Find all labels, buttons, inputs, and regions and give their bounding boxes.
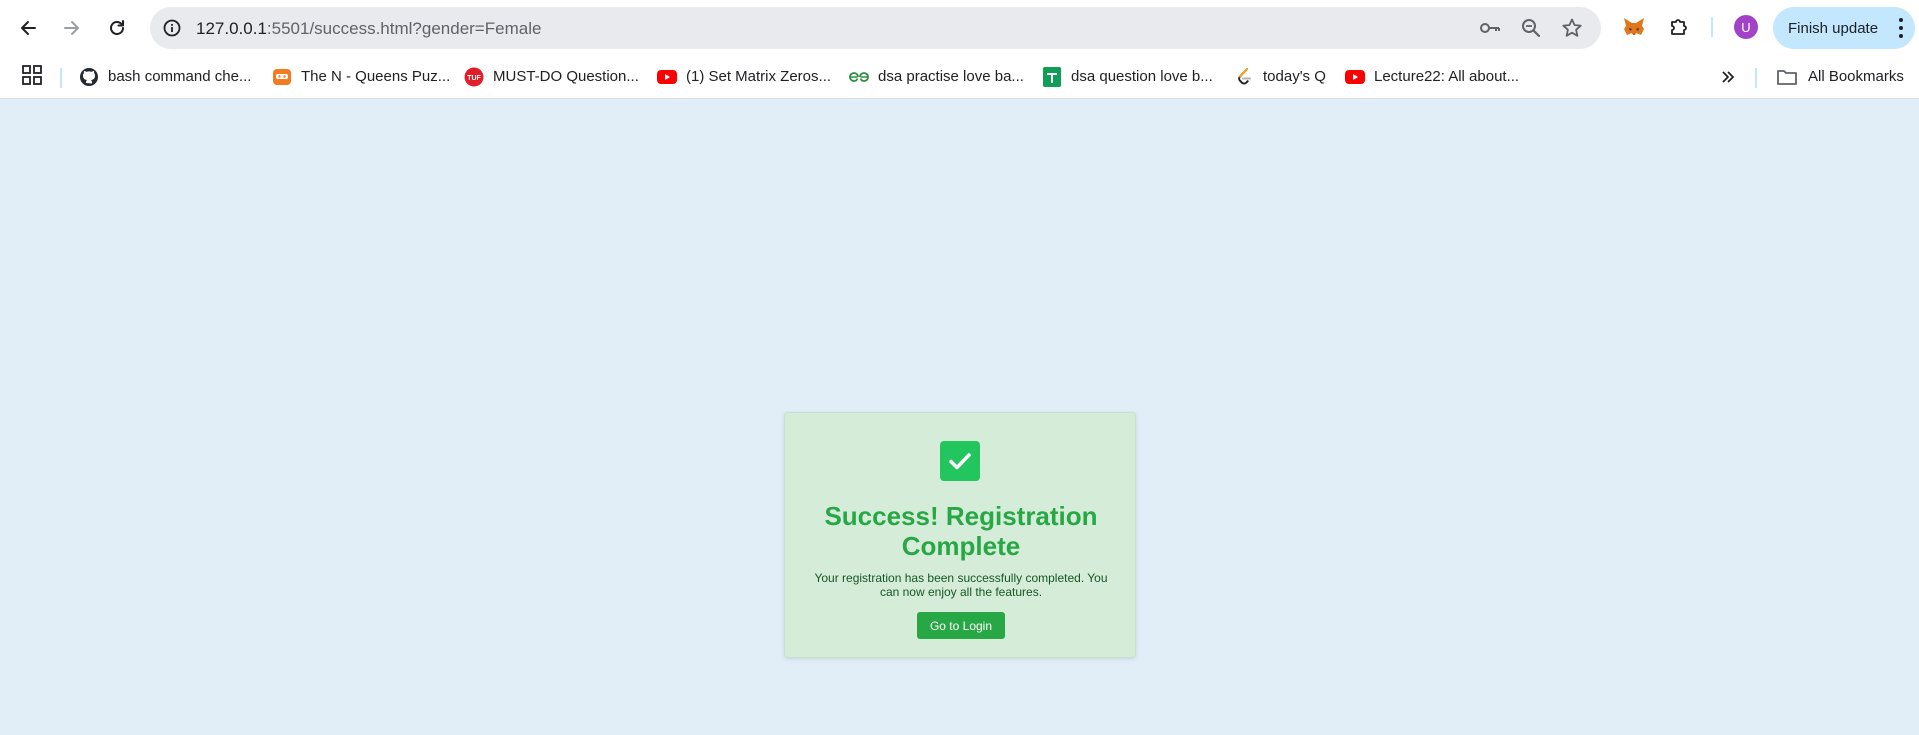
back-button[interactable]: [12, 12, 44, 44]
forward-button[interactable]: [56, 12, 88, 44]
kebab-menu-icon[interactable]: [1899, 18, 1903, 38]
bookmark-item[interactable]: dsa practise love ba...: [849, 55, 1024, 98]
bookmarks-divider: [60, 68, 62, 88]
bookmark-label: dsa practise love ba...: [878, 68, 1024, 85]
reload-button[interactable]: [101, 12, 133, 44]
bookmark-item[interactable]: (1) Set Matrix Zeros...: [657, 55, 831, 98]
site-info-icon[interactable]: [160, 16, 184, 40]
leetcode-icon: [1234, 67, 1254, 87]
bookmark-item[interactable]: bash command che...: [79, 55, 251, 98]
url-text[interactable]: 127.0.0.1:5501/success.html?gender=Femal…: [196, 19, 541, 39]
all-bookmarks-label: All Bookmarks: [1808, 68, 1904, 85]
success-message: Your registration has been successfully …: [814, 571, 1108, 599]
svg-text:TUF: TUF: [467, 75, 481, 82]
bookmark-item[interactable]: The N - Queens Puz...: [272, 55, 450, 98]
url-path: :5501/success.html?gender=Female: [266, 19, 542, 38]
toolbar-divider: [1711, 17, 1713, 37]
bookmark-label: Lecture22: All about...: [1374, 68, 1520, 85]
finish-update-label: Finish update: [1788, 19, 1879, 37]
bookmark-label: MUST-DO Question...: [493, 68, 639, 85]
metamask-fox-icon[interactable]: [1620, 13, 1648, 41]
bookmark-item[interactable]: TUF MUST-DO Question...: [464, 55, 639, 98]
youtube-icon: [657, 67, 677, 87]
bookmarks-bar: bash command che... The N - Queens Puz..…: [0, 55, 1919, 99]
success-title: Success! Registration Complete: [824, 501, 1098, 561]
bookmark-item[interactable]: dsa question love b...: [1042, 55, 1213, 98]
arrow-right-icon: [64, 21, 79, 35]
page-content: Success! Registration Complete Your regi…: [0, 100, 1919, 735]
url-host: 127.0.0.1: [196, 19, 267, 38]
bookmark-label: The N - Queens Puz...: [301, 68, 451, 85]
reload-icon: [110, 20, 124, 35]
tuf-icon: TUF: [464, 67, 484, 87]
checkmark-icon: [940, 441, 980, 481]
all-bookmarks-button[interactable]: All Bookmarks: [1776, 55, 1904, 98]
google-sheets-icon: [1042, 66, 1062, 87]
codingninjas-icon: [272, 67, 292, 87]
bookmark-label: bash command che...: [108, 68, 252, 85]
bookmark-label: (1) Set Matrix Zeros...: [686, 68, 832, 85]
success-card: Success! Registration Complete Your regi…: [784, 412, 1136, 658]
zoom-icon[interactable]: [1519, 16, 1543, 40]
folder-icon: [1776, 67, 1798, 87]
bookmark-item[interactable]: Lecture22: All about...: [1345, 55, 1519, 98]
bookmark-item[interactable]: today's Q: [1234, 55, 1326, 98]
profile-avatar[interactable]: U: [1734, 15, 1758, 39]
github-icon: [79, 67, 99, 87]
chevron-double-right-icon[interactable]: [1716, 65, 1740, 89]
bookmarks-divider: [1755, 68, 1757, 88]
arrow-left-icon: [21, 21, 36, 35]
youtube-icon: [1345, 67, 1365, 87]
key-icon[interactable]: [1478, 16, 1502, 40]
go-to-login-button[interactable]: Go to Login: [917, 612, 1005, 639]
apps-grid-icon[interactable]: [21, 64, 45, 88]
finish-update-button[interactable]: Finish update: [1773, 7, 1915, 49]
bookmark-label: dsa question love b...: [1071, 68, 1213, 85]
extensions-puzzle-icon[interactable]: [1665, 13, 1693, 41]
bookmark-star-icon[interactable]: [1560, 16, 1584, 40]
browser-toolbar: 127.0.0.1:5501/success.html?gender=Femal…: [0, 0, 1919, 55]
bookmark-label: today's Q: [1263, 68, 1326, 85]
geeksforgeeks-icon: [849, 67, 869, 87]
address-bar[interactable]: 127.0.0.1:5501/success.html?gender=Femal…: [150, 7, 1601, 49]
